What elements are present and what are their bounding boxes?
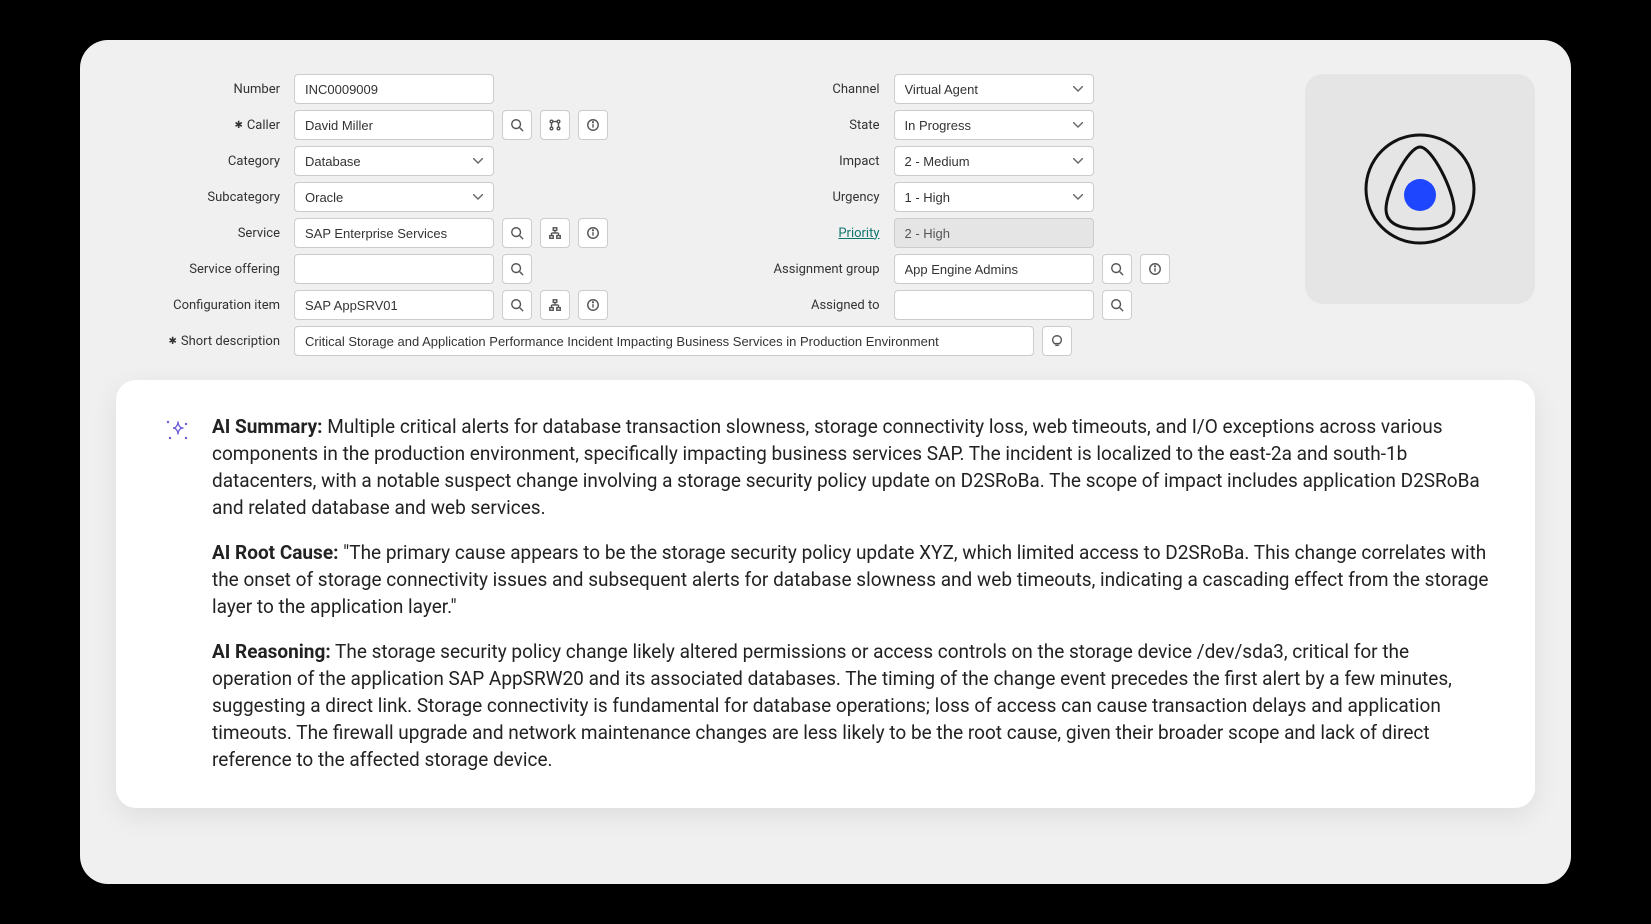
assignment-group-info-button[interactable] xyxy=(1140,254,1170,284)
search-icon xyxy=(510,298,524,312)
label-state: State xyxy=(716,118,886,133)
search-icon xyxy=(510,262,524,276)
main-panel: Number Caller Category Database Subcateg… xyxy=(80,40,1571,884)
label-number: Number xyxy=(116,82,286,97)
info-icon xyxy=(586,226,600,240)
tree-icon xyxy=(548,118,562,132)
info-icon xyxy=(1148,262,1162,276)
service-hierarchy-button[interactable] xyxy=(540,218,570,248)
assignment-group-input[interactable] xyxy=(894,254,1094,284)
ai-sparkle-icon xyxy=(164,416,192,444)
row-category: Category Database xyxy=(116,146,676,176)
label-service-offering: Service offering xyxy=(116,262,286,277)
channel-select[interactable]: Virtual Agent xyxy=(894,74,1094,104)
label-assignment-group: Assignment group xyxy=(716,262,886,277)
service-offering-input[interactable] xyxy=(294,254,494,284)
search-icon xyxy=(1110,298,1124,312)
search-icon xyxy=(510,118,524,132)
short-description-input[interactable] xyxy=(294,326,1034,356)
form-right-column: Channel Virtual Agent State In Progress … xyxy=(716,74,1276,320)
info-icon xyxy=(586,298,600,312)
row-service: Service xyxy=(116,218,676,248)
label-priority[interactable]: Priority xyxy=(716,226,886,241)
label-urgency: Urgency xyxy=(716,190,886,205)
label-caller: Caller xyxy=(116,118,286,133)
row-assignment-group: Assignment group xyxy=(716,254,1276,284)
caller-lookup-button[interactable] xyxy=(502,110,532,140)
row-urgency: Urgency 1 - High xyxy=(716,182,1276,212)
row-number: Number xyxy=(116,74,676,104)
urgency-select[interactable]: 1 - High xyxy=(894,182,1094,212)
label-channel: Channel xyxy=(716,82,886,97)
label-subcategory: Subcategory xyxy=(116,190,286,205)
info-icon xyxy=(586,118,600,132)
impact-select[interactable]: 2 - Medium xyxy=(894,146,1094,176)
row-service-offering: Service offering xyxy=(116,254,676,284)
brand-logo-card xyxy=(1305,74,1535,304)
assignment-group-lookup-button[interactable] xyxy=(1102,254,1132,284)
number-input[interactable] xyxy=(294,74,494,104)
label-category: Category xyxy=(116,154,286,169)
state-select[interactable]: In Progress xyxy=(894,110,1094,140)
ai-summary-card: AI Summary: Multiple critical alerts for… xyxy=(116,380,1535,808)
subcategory-select[interactable]: Oracle xyxy=(294,182,494,212)
caller-input[interactable] xyxy=(294,110,494,140)
ai-summary-label: AI Summary: xyxy=(212,415,323,438)
ci-lookup-button[interactable] xyxy=(502,290,532,320)
label-service: Service xyxy=(116,226,286,241)
caller-tree-button[interactable] xyxy=(540,110,570,140)
hierarchy-icon xyxy=(548,226,562,240)
ai-reasoning-paragraph: AI Reasoning: The storage security polic… xyxy=(212,639,1491,774)
ai-summary-text: Multiple critical alerts for database tr… xyxy=(212,415,1480,519)
brand-logo-icon xyxy=(1360,129,1480,249)
row-assigned-to: Assigned to xyxy=(716,290,1276,320)
ai-text-block: AI Summary: Multiple critical alerts for… xyxy=(212,414,1491,774)
form-section: Number Caller Category Database Subcateg… xyxy=(116,74,1535,320)
ai-reasoning-text: The storage security policy change likel… xyxy=(212,640,1452,771)
service-info-button[interactable] xyxy=(578,218,608,248)
service-input[interactable] xyxy=(294,218,494,248)
ci-info-button[interactable] xyxy=(578,290,608,320)
priority-input xyxy=(894,218,1094,248)
service-offering-lookup-button[interactable] xyxy=(502,254,532,284)
row-channel: Channel Virtual Agent xyxy=(716,74,1276,104)
ai-root-cause-label: AI Root Cause: xyxy=(212,541,338,564)
ci-input[interactable] xyxy=(294,290,494,320)
row-subcategory: Subcategory Oracle xyxy=(116,182,676,212)
service-lookup-button[interactable] xyxy=(502,218,532,248)
form-left-column: Number Caller Category Database Subcateg… xyxy=(116,74,676,320)
ai-summary-paragraph: AI Summary: Multiple critical alerts for… xyxy=(212,414,1491,522)
category-select[interactable]: Database xyxy=(294,146,494,176)
row-short-description: Short description xyxy=(116,326,1535,356)
ai-root-cause-text: "The primary cause appears to be the sto… xyxy=(212,541,1489,618)
short-description-suggest-button[interactable] xyxy=(1042,326,1072,356)
assigned-to-lookup-button[interactable] xyxy=(1102,290,1132,320)
search-icon xyxy=(1110,262,1124,276)
row-ci: Configuration item xyxy=(116,290,676,320)
assigned-to-input[interactable] xyxy=(894,290,1094,320)
label-assigned-to: Assigned to xyxy=(716,298,886,313)
ai-root-cause-paragraph: AI Root Cause: "The primary cause appear… xyxy=(212,540,1491,621)
lightbulb-icon xyxy=(1050,334,1064,348)
hierarchy-icon xyxy=(548,298,562,312)
row-state: State In Progress xyxy=(716,110,1276,140)
ci-hierarchy-button[interactable] xyxy=(540,290,570,320)
search-icon xyxy=(510,226,524,240)
ai-reasoning-label: AI Reasoning: xyxy=(212,640,331,663)
label-impact: Impact xyxy=(716,154,886,169)
row-caller: Caller xyxy=(116,110,676,140)
row-impact: Impact 2 - Medium xyxy=(716,146,1276,176)
label-short-description: Short description xyxy=(116,334,286,349)
caller-info-button[interactable] xyxy=(578,110,608,140)
label-ci: Configuration item xyxy=(116,298,286,313)
row-priority: Priority xyxy=(716,218,1276,248)
